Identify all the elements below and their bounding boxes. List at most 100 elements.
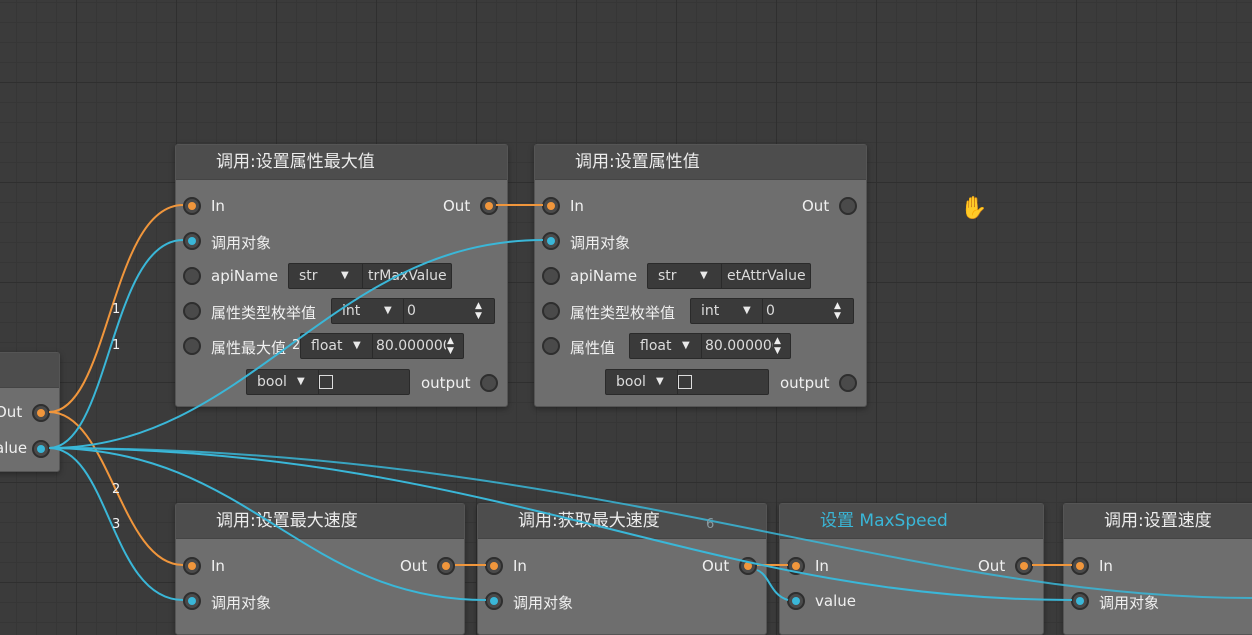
node1-output-checkbox[interactable]: [319, 375, 333, 389]
node2-title: 调用:设置属性值: [535, 145, 866, 180]
node2-apiname-field[interactable]: str ▼ etAttrValue: [647, 263, 811, 289]
node2-target-port[interactable]: [542, 232, 560, 250]
node-set-maxspeed-var[interactable]: 设置 MaxSpeed In Out value: [779, 503, 1044, 635]
node2-target-row: 调用对象: [535, 227, 866, 255]
node4-in-label: In: [513, 557, 527, 575]
node2-output-port[interactable]: [839, 374, 857, 392]
wire-number: 3: [112, 517, 121, 532]
node-get-max-speed[interactable]: 调用:获取最大速度 In Out 调用对象: [477, 503, 767, 635]
node2-in-label: In: [570, 197, 584, 215]
node2-val-field[interactable]: float ▼ 80.000000 ▲▼: [629, 333, 791, 359]
node1-enum-row: 属性类型枚举值 int ▼ 0 ▲ ▼: [176, 297, 507, 325]
node2-val-value[interactable]: 80.000000: [705, 334, 773, 358]
left-value-port[interactable]: [32, 440, 50, 458]
node2-target-label: 调用对象: [570, 234, 631, 252]
node2-enum-type[interactable]: int: [691, 299, 763, 323]
node4-in-port[interactable]: [485, 557, 503, 575]
node2-apiname-row: apiName str ▼ etAttrValue: [535, 262, 866, 290]
node1-enum-field[interactable]: int ▼ 0 ▲ ▼: [331, 298, 495, 324]
dropdown-arrow-icon: ▼: [700, 270, 708, 281]
node2-out-port[interactable]: [839, 197, 857, 215]
left-value-row: alue: [0, 435, 59, 463]
node1-apiname-port[interactable]: [183, 267, 201, 285]
node1-apiname-value[interactable]: trMaxValue: [368, 264, 450, 288]
left-node-header: [0, 353, 59, 388]
node5-value-label: value: [815, 592, 856, 610]
node2-apiname-port[interactable]: [542, 267, 560, 285]
node-set-max-speed[interactable]: 调用:设置最大速度 In Out 调用对象: [175, 503, 465, 635]
node2-enum-row: 属性类型枚举值 int ▼ 0 ▲ ▼: [535, 297, 866, 325]
node1-apiname-label: apiName: [211, 267, 279, 285]
node2-apiname-type[interactable]: str: [648, 264, 722, 288]
node1-title: 调用:设置属性最大值: [176, 145, 507, 180]
node1-max-row: 属性最大值 float ▼ 80.000000 ▲ ▼: [176, 332, 507, 360]
node4-out-port[interactable]: [739, 557, 757, 575]
node4-target-port[interactable]: [485, 592, 503, 610]
node5-out-port[interactable]: [1015, 557, 1033, 575]
dropdown-arrow-icon: ▼: [297, 376, 305, 387]
node2-in-port[interactable]: [542, 197, 560, 215]
node1-enum-port[interactable]: [183, 302, 201, 320]
spinner-icon[interactable]: ▲ ▼: [774, 336, 781, 356]
left-out-label: Out: [0, 403, 23, 421]
node1-enum-value[interactable]: 0: [407, 299, 467, 323]
node2-enum-value[interactable]: 0: [766, 299, 826, 323]
spinner-icon[interactable]: ▲ ▼: [475, 301, 482, 321]
spinner-icon[interactable]: ▲ ▼: [447, 336, 454, 356]
node2-val-row: 属性值 float ▼ 80.000000 ▲▼: [535, 332, 866, 360]
node1-target-port[interactable]: [183, 232, 201, 250]
node1-apiname-field[interactable]: str ▼ trMaxValue: [288, 263, 452, 289]
node1-output-field[interactable]: bool ▼: [246, 369, 410, 395]
node1-target-label: 调用对象: [211, 234, 272, 252]
node2-val-type[interactable]: float: [630, 334, 702, 358]
node6-title: 调用:设置速度: [1064, 504, 1252, 539]
node6-target-port[interactable]: [1071, 592, 1089, 610]
node1-out-port[interactable]: [480, 197, 498, 215]
node1-enum-type[interactable]: int: [332, 299, 404, 323]
node2-apiname-value[interactable]: etAttrValue: [727, 264, 809, 288]
node3-target-row: 调用对象: [176, 587, 464, 615]
node2-output-checkbox[interactable]: [678, 375, 692, 389]
node1-max-value[interactable]: 80.000000: [376, 334, 446, 358]
node-set-attr-max[interactable]: 调用:设置属性最大值 In Out 调用对象 apiName str ▼ trM…: [175, 144, 508, 407]
wire-number: 6: [706, 517, 715, 532]
node1-output-row: bool ▼ output: [176, 369, 507, 397]
node1-apiname-type[interactable]: str: [289, 264, 363, 288]
node2-enum-label: 属性类型枚举值: [570, 304, 676, 322]
wire-number: 1: [112, 302, 121, 317]
node2-output-row: bool ▼ output: [535, 369, 866, 397]
node5-value-port[interactable]: [787, 592, 805, 610]
left-value-label: alue: [0, 439, 28, 457]
node2-enum-field[interactable]: int ▼ 0 ▲ ▼: [690, 298, 854, 324]
node6-in-label: In: [1099, 557, 1113, 575]
left-out-port[interactable]: [32, 404, 50, 422]
node3-out-port[interactable]: [437, 557, 455, 575]
node1-output-port[interactable]: [480, 374, 498, 392]
node1-output-type[interactable]: bool: [247, 370, 319, 394]
left-node[interactable]: Out alue: [0, 352, 60, 472]
node3-target-port[interactable]: [183, 592, 201, 610]
node2-val-port[interactable]: [542, 337, 560, 355]
node1-max-type[interactable]: float: [301, 334, 373, 358]
spinner-icon[interactable]: ▲ ▼: [834, 301, 841, 321]
node1-in-row: In Out: [176, 192, 507, 220]
node1-in-port[interactable]: [183, 197, 201, 215]
node3-in-port[interactable]: [183, 557, 201, 575]
wire-number: 2: [112, 482, 121, 497]
node1-max-port[interactable]: [183, 337, 201, 355]
node1-max-field[interactable]: float ▼ 80.000000 ▲ ▼: [300, 333, 464, 359]
node6-target-row: 调用对象: [1064, 587, 1252, 615]
node3-in-label: In: [211, 557, 225, 575]
node2-enum-port[interactable]: [542, 302, 560, 320]
node1-output-label: output: [421, 374, 471, 392]
node5-out-label: Out: [978, 557, 1006, 575]
node2-val-label: 属性值: [570, 339, 616, 357]
node-set-speed[interactable]: 调用:设置速度 In 调用对象: [1063, 503, 1252, 635]
node5-in-port[interactable]: [787, 557, 805, 575]
node2-output-type[interactable]: bool: [606, 370, 678, 394]
node-set-attr-value[interactable]: 调用:设置属性值 In Out 调用对象 apiName str ▼ etAtt…: [534, 144, 867, 407]
node5-in-row: In Out: [780, 552, 1043, 580]
node5-title: 设置 MaxSpeed: [780, 504, 1043, 539]
node2-output-field[interactable]: bool ▼: [605, 369, 769, 395]
node6-in-port[interactable]: [1071, 557, 1089, 575]
